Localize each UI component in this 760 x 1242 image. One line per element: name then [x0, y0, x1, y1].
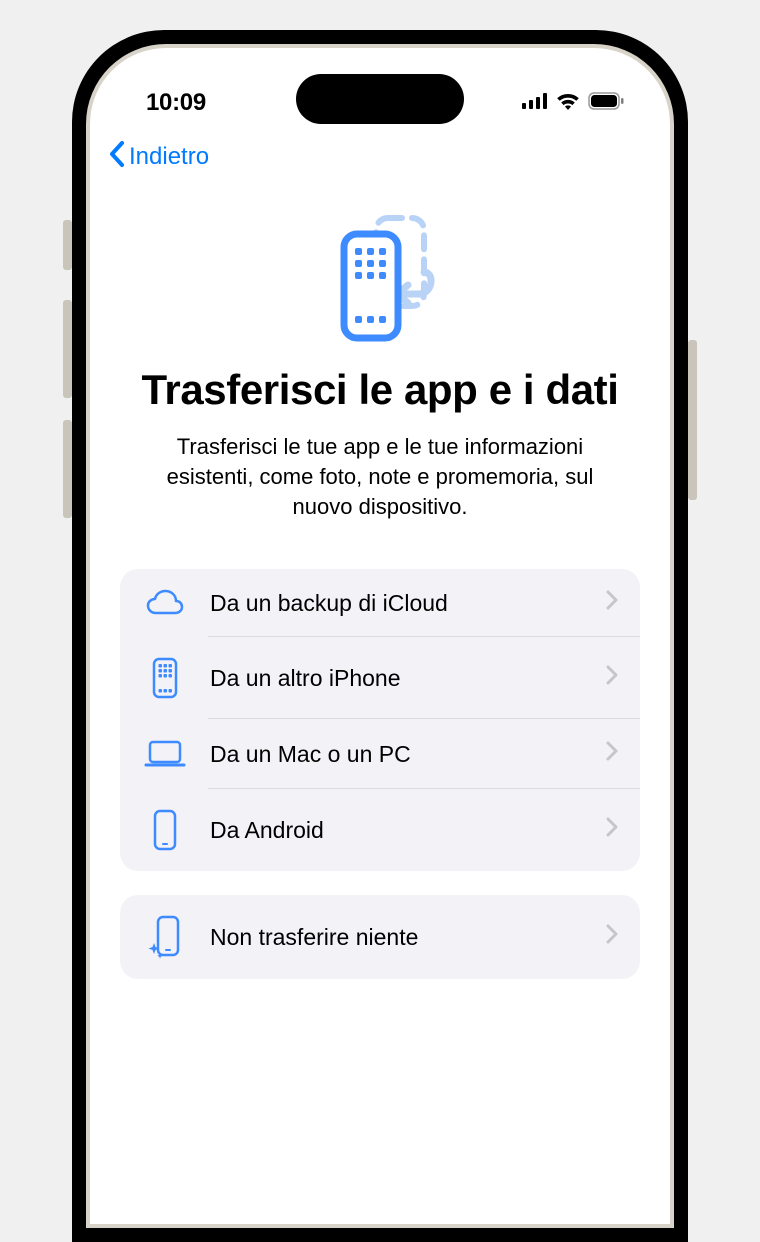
back-button[interactable]: Indietro [108, 140, 209, 174]
phone-screen: 10:09 [90, 48, 670, 1224]
chevron-left-icon [108, 140, 125, 174]
no-transfer-card: Non trasferire niente [120, 895, 640, 979]
dynamic-island [296, 74, 464, 124]
iphone-apps-icon [142, 657, 188, 699]
option-label: Non trasferire niente [210, 924, 606, 951]
transfer-option-0[interactable]: Da un backup di iCloud [120, 569, 640, 637]
transfer-option-3[interactable]: Da Android [120, 789, 640, 871]
transfer-option-2[interactable]: Da un Mac o un PC [120, 719, 640, 789]
option-label: Da un backup di iCloud [210, 590, 606, 617]
battery-icon [588, 92, 624, 115]
option-label: Da Android [210, 817, 606, 844]
chevron-right-icon [606, 740, 618, 768]
cellular-icon [522, 93, 548, 114]
device-mockup-frame: 10:09 [0, 0, 760, 1242]
phone-outer-frame: 10:09 [72, 30, 688, 1242]
chevron-right-icon [606, 816, 618, 844]
page-subtitle: Trasferisci le tue app e le tue informaz… [120, 432, 640, 521]
transfer-hero-icon [320, 214, 440, 344]
transfer-options-card: Da un backup di iCloud Da un altro iPhone… [120, 569, 640, 871]
side-button-power [688, 340, 697, 500]
option-label: Da un Mac o un PC [210, 741, 606, 768]
status-icons [522, 92, 624, 115]
side-button-volume-up [63, 300, 72, 398]
phone-plain-icon [142, 809, 188, 851]
no-transfer-option-0[interactable]: Non trasferire niente [120, 895, 640, 979]
side-button-silent [63, 220, 72, 270]
chevron-right-icon [606, 923, 618, 951]
nav-bar: Indietro [90, 130, 670, 174]
transfer-option-1[interactable]: Da un altro iPhone [120, 637, 640, 719]
chevron-right-icon [606, 664, 618, 692]
status-time: 10:09 [146, 89, 206, 117]
phone-sparkle-icon [142, 915, 188, 959]
phone-inner-border: 10:09 [86, 44, 674, 1228]
option-label: Da un altro iPhone [210, 665, 606, 692]
back-label: Indietro [129, 143, 209, 171]
page-content: Trasferisci le app e i dati Trasferisci … [90, 174, 670, 979]
laptop-icon [142, 739, 188, 769]
side-button-volume-down [63, 420, 72, 518]
chevron-right-icon [606, 589, 618, 617]
cloud-icon [142, 589, 188, 617]
page-title: Trasferisci le app e i dati [120, 366, 640, 414]
wifi-icon [556, 92, 580, 115]
